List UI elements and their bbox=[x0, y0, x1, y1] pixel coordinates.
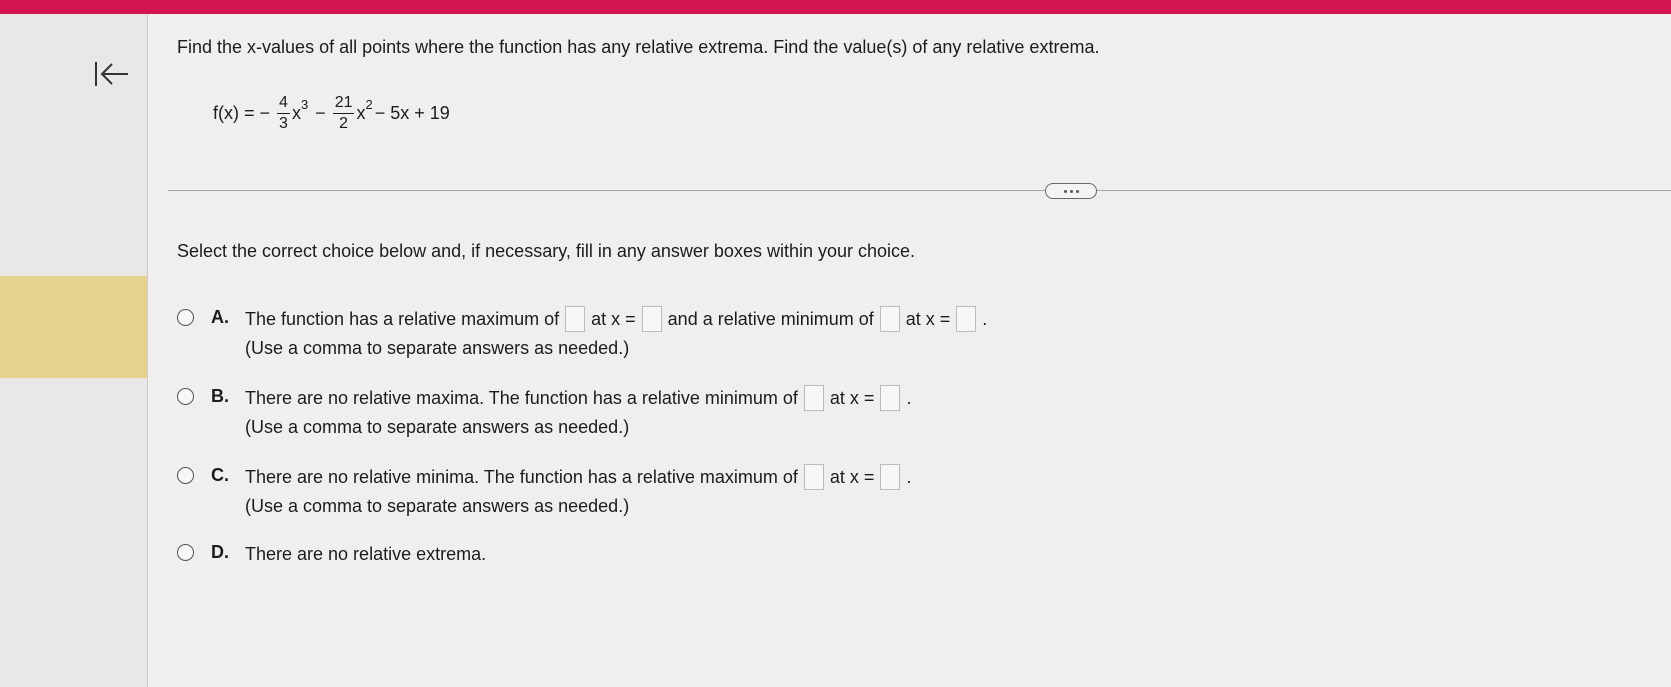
relative-minimum-x-input[interactable] bbox=[956, 306, 977, 332]
instruction-text: Select the correct choice below and, if … bbox=[177, 241, 916, 261]
choice-letter: D. bbox=[211, 542, 229, 562]
choice-text: . bbox=[906, 387, 912, 408]
function-formula: f(x) = − 4 3 x 3 − 21 2 x 2 − 5x + 19 bbox=[213, 84, 450, 142]
choice-text: at x = bbox=[905, 308, 951, 329]
choice-a-statement: The function has a relative maximum of a… bbox=[245, 306, 988, 332]
top-accent-bar bbox=[0, 0, 1671, 14]
choice-letter: A. bbox=[211, 307, 229, 327]
more-options-button[interactable] bbox=[1045, 183, 1097, 199]
choice-text: and a relative minimum of bbox=[667, 308, 874, 329]
fraction-denominator: 2 bbox=[339, 114, 349, 132]
formula-exponent: 2 bbox=[365, 96, 373, 112]
choice-note: (Use a comma to separate answers as need… bbox=[245, 496, 630, 516]
choice-text: There are no relative maxima. The functi… bbox=[245, 387, 798, 408]
section-divider bbox=[168, 190, 1671, 191]
relative-minimum-x-input[interactable] bbox=[880, 385, 901, 411]
choice-c-radio[interactable] bbox=[177, 467, 194, 484]
fraction-twentyone-halves: 21 2 bbox=[332, 94, 355, 132]
fraction-numerator: 21 bbox=[332, 94, 355, 114]
choice-text: at x = bbox=[829, 387, 875, 408]
relative-minimum-value-input[interactable] bbox=[803, 385, 824, 411]
choice-text: . bbox=[906, 466, 912, 487]
choice-a-radio[interactable] bbox=[177, 309, 194, 326]
arrow-left-to-bar-icon bbox=[95, 62, 128, 86]
relative-maximum-x-input[interactable] bbox=[880, 464, 901, 490]
choice-b-radio[interactable] bbox=[177, 388, 194, 405]
fraction-four-thirds: 4 3 bbox=[277, 94, 290, 132]
left-panel-highlight bbox=[0, 276, 147, 378]
choice-note: (Use a comma to separate answers as need… bbox=[245, 338, 630, 358]
fraction-denominator: 3 bbox=[279, 114, 288, 132]
choice-text: at x = bbox=[829, 466, 875, 487]
choice-c-statement: There are no relative minima. The functi… bbox=[245, 464, 912, 490]
choice-text: There are no relative minima. The functi… bbox=[245, 466, 798, 487]
relative-minimum-value-input[interactable] bbox=[879, 306, 900, 332]
formula-remainder: − 5x + 19 bbox=[374, 102, 450, 123]
question-prompt: Find the x-values of all points where th… bbox=[177, 37, 1100, 57]
formula-variable: x bbox=[356, 102, 366, 123]
left-panel bbox=[0, 14, 148, 687]
formula-minus: − bbox=[259, 102, 271, 123]
formula-lhs: f(x) = bbox=[213, 102, 255, 123]
choice-d-statement: There are no relative extrema. bbox=[245, 542, 486, 566]
fraction-numerator: 4 bbox=[277, 94, 290, 114]
dot-icon bbox=[1069, 189, 1073, 193]
dot-icon bbox=[1075, 189, 1079, 193]
relative-maximum-value-input[interactable] bbox=[803, 464, 824, 490]
choice-text: . bbox=[982, 308, 988, 329]
choice-letter: B. bbox=[211, 386, 229, 406]
formula-variable: x bbox=[291, 102, 301, 123]
choice-letter: C. bbox=[211, 465, 229, 485]
choice-text: at x = bbox=[591, 308, 636, 329]
choice-text: The function has a relative maximum of bbox=[245, 308, 560, 329]
relative-maximum-x-input[interactable] bbox=[641, 306, 662, 332]
dot-icon bbox=[1063, 189, 1067, 193]
back-to-start-button[interactable] bbox=[88, 56, 136, 96]
formula-minus: − bbox=[315, 102, 326, 123]
choice-text: There are no relative extrema. bbox=[245, 543, 487, 564]
choice-b-statement: There are no relative maxima. The functi… bbox=[245, 385, 912, 411]
formula-exponent: 3 bbox=[300, 96, 309, 112]
relative-maximum-value-input[interactable] bbox=[565, 306, 586, 332]
choice-note: (Use a comma to separate answers as need… bbox=[245, 417, 630, 437]
choice-d-radio[interactable] bbox=[177, 544, 194, 561]
